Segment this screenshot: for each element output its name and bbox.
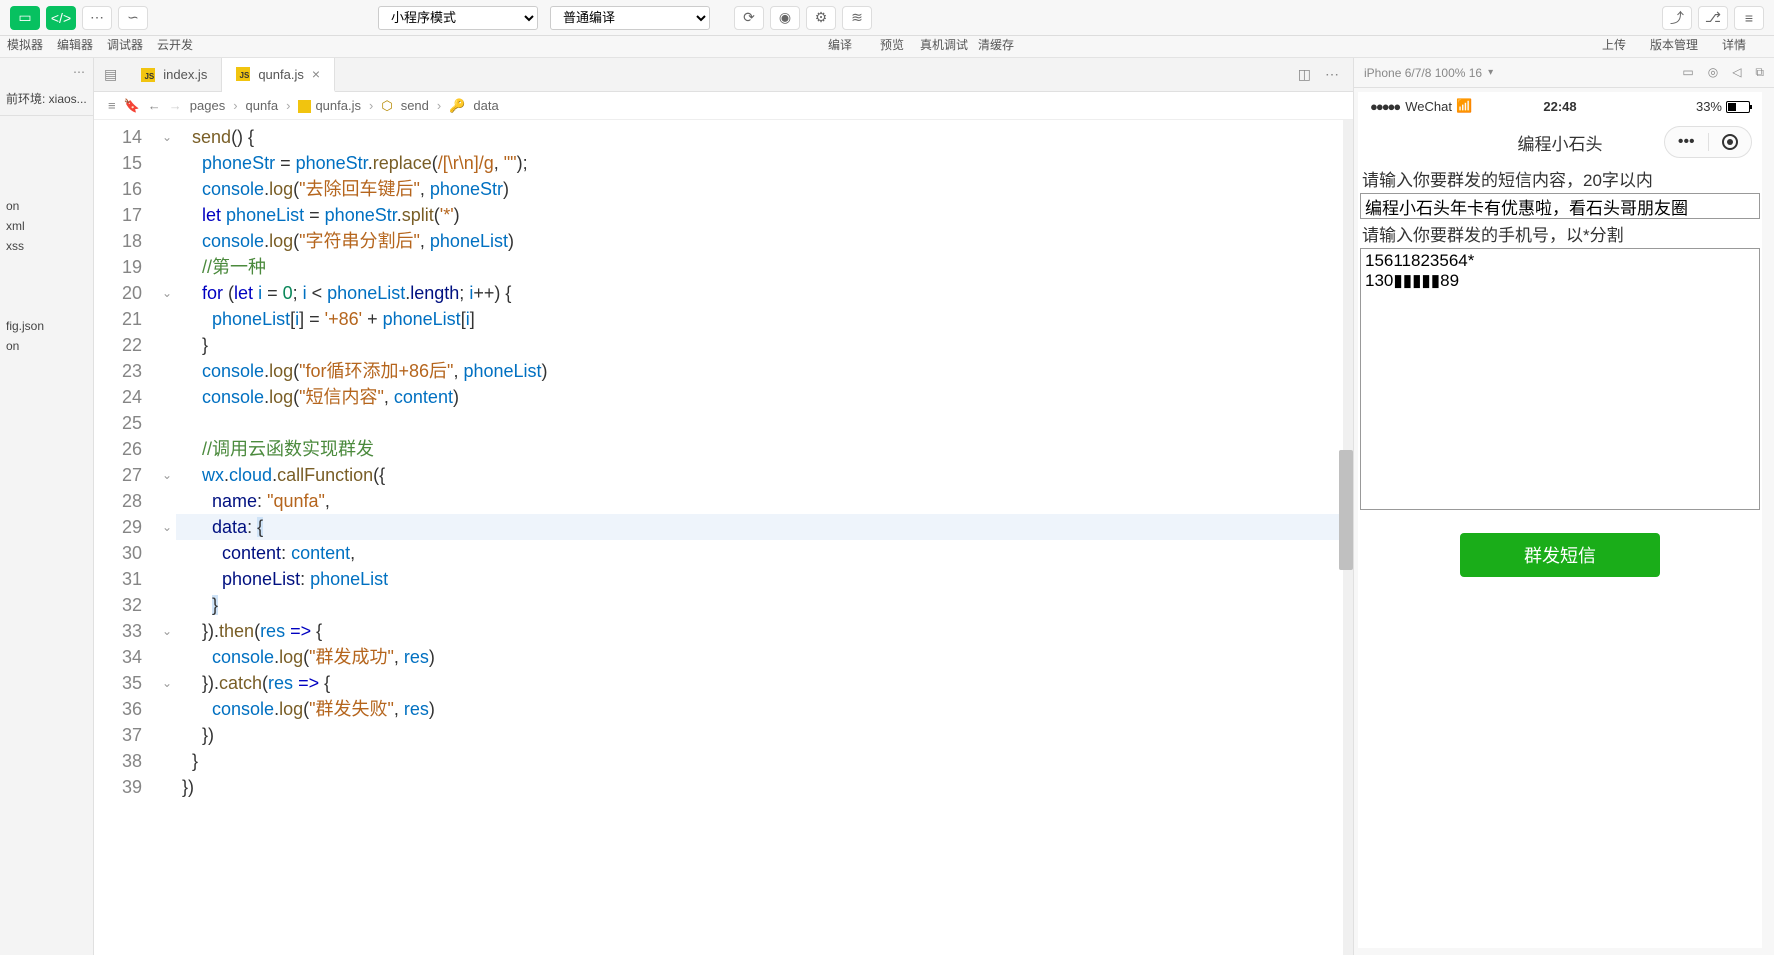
lbl-cloud: 云开发: [150, 36, 200, 57]
explorer-menu-icon[interactable]: ⋯: [0, 62, 93, 82]
debugger-button[interactable]: ⋯: [82, 6, 112, 30]
editor-tabs: ▤ JS index.js JS qunfa.js × ◫ ⋯: [94, 58, 1353, 92]
crumb[interactable]: qunfa: [246, 98, 279, 113]
compile-icon[interactable]: ⟳: [734, 6, 764, 30]
tree-item[interactable]: on: [0, 196, 93, 216]
remote-debug-icon[interactable]: ⚙: [806, 6, 836, 30]
close-icon[interactable]: ×: [312, 66, 320, 82]
property-icon: 🔑: [449, 98, 465, 114]
phone-list-textarea[interactable]: [1360, 248, 1760, 510]
vertical-scrollbar[interactable]: [1339, 120, 1353, 955]
tab-index-js[interactable]: JS index.js: [127, 58, 222, 92]
tree-item[interactable]: xss: [0, 236, 93, 256]
preview-icon[interactable]: ◉: [770, 6, 800, 30]
lbl-simulator: 模拟器: [0, 36, 50, 57]
mode-select[interactable]: 小程序模式: [378, 6, 538, 30]
cloud-button[interactable]: ∽: [118, 6, 148, 30]
chevron-down-icon[interactable]: ▾: [1488, 67, 1493, 78]
crumb[interactable]: pages: [190, 98, 225, 113]
device-select[interactable]: iPhone 6/7/8 100% 16: [1364, 66, 1482, 80]
lbl-editor: 编辑器: [50, 36, 100, 57]
tree-item[interactable]: xml: [0, 216, 93, 236]
popout-icon[interactable]: ⧉: [1755, 65, 1764, 80]
simulator-button[interactable]: ▭: [10, 6, 40, 30]
lbl-compile: 编译: [814, 36, 866, 57]
clock: 22:48: [1543, 99, 1576, 114]
method-icon: ⬡: [381, 98, 392, 114]
list-icon[interactable]: ≡: [108, 98, 116, 113]
lbl-version: 版本管理: [1644, 36, 1704, 57]
capsule-close-icon[interactable]: [1709, 134, 1752, 150]
editor-button[interactable]: </>: [46, 6, 76, 30]
phone-frame: ●●●●● WeChat 📶 22:48 33% 编程小石头 ••• 请输入你要…: [1358, 92, 1762, 948]
battery-icon: [1726, 101, 1750, 113]
page-title: 编程小石头: [1518, 130, 1603, 155]
js-file-icon: JS: [141, 68, 155, 82]
capsule-menu[interactable]: •••: [1664, 126, 1752, 158]
tab-label: index.js: [163, 67, 207, 82]
toolbar-labels: 模拟器 编辑器 调试器 云开发 编译 预览 真机调试 清缓存 上传 版本管理 详…: [0, 36, 1774, 58]
battery-percent: 33%: [1696, 99, 1722, 114]
breadcrumb: ≡ 🔖 ← → pages› qunfa› qunfa.js› ⬡send› 🔑…: [94, 92, 1353, 120]
lbl-upload: 上传: [1584, 36, 1644, 57]
crumb[interactable]: data: [473, 98, 498, 113]
lbl-debugger: 调试器: [100, 36, 150, 57]
simulator-panel: iPhone 6/7/8 100% 16 ▾ ▭ ◎ ◁ ⧉ ●●●●● WeC…: [1354, 58, 1774, 955]
compile-select[interactable]: 普通编译: [550, 6, 710, 30]
crumb[interactable]: send: [401, 98, 429, 113]
sms-content-input[interactable]: [1360, 193, 1760, 219]
capsule-more-icon[interactable]: •••: [1665, 133, 1708, 151]
wifi-icon: 📶: [1456, 98, 1472, 114]
lbl-details: 详情: [1704, 36, 1764, 57]
status-bar: ●●●●● WeChat 📶 22:48 33%: [1358, 92, 1762, 120]
tab-qunfa-js[interactable]: JS qunfa.js ×: [222, 58, 335, 92]
version-icon[interactable]: ⎇: [1698, 6, 1728, 30]
record-icon[interactable]: ◎: [1708, 65, 1718, 80]
mute-icon[interactable]: ◁: [1732, 65, 1741, 80]
upload-icon[interactable]: ⤴: [1662, 6, 1692, 30]
split-editor-icon[interactable]: ◫: [1298, 66, 1311, 83]
carrier-label: WeChat: [1405, 99, 1452, 114]
code-editor[interactable]: 1415161718192021222324252627282930313233…: [94, 120, 1353, 955]
lbl-preview: 预览: [866, 36, 918, 57]
phone-list-label: 请输入你要群发的手机号，以*分割: [1360, 219, 1760, 248]
details-icon[interactable]: ≡: [1734, 6, 1764, 30]
send-sms-button[interactable]: 群发短信: [1460, 533, 1660, 577]
file-explorer[interactable]: ⋯ 前环境: xiaos... on xml xss fig.json on: [0, 58, 94, 955]
lbl-cache: 清缓存: [970, 36, 1022, 57]
signal-icon: ●●●●●: [1370, 99, 1399, 114]
crumb[interactable]: qunfa.js: [315, 98, 361, 113]
clear-cache-icon[interactable]: ≋: [842, 6, 872, 30]
nav-back-icon[interactable]: ←: [148, 98, 161, 113]
tree-item[interactable]: fig.json: [0, 316, 93, 336]
js-file-icon: [298, 100, 311, 113]
sms-content-label: 请输入你要群发的短信内容，20字以内: [1360, 164, 1760, 193]
lbl-remote: 真机调试: [918, 36, 970, 57]
device-frame-icon[interactable]: ▭: [1682, 65, 1693, 80]
nav-fwd-icon[interactable]: →: [169, 98, 182, 113]
js-file-icon: JS: [236, 67, 250, 81]
main-toolbar: ▭ </> ⋯ ∽ 小程序模式 普通编译 ⟳ ◉ ⚙ ≋ ⤴ ⎇ ≡: [0, 0, 1774, 36]
page-header: 编程小石头 •••: [1358, 120, 1762, 164]
tree-item[interactable]: on: [0, 336, 93, 356]
environment-label: 前环境: xiaos...: [0, 82, 93, 116]
bookmark-icon[interactable]: 🔖: [124, 98, 140, 114]
tab-label: qunfa.js: [258, 67, 304, 82]
toggle-panel-icon[interactable]: ▤: [104, 66, 117, 83]
more-icon[interactable]: ⋯: [1325, 66, 1339, 83]
